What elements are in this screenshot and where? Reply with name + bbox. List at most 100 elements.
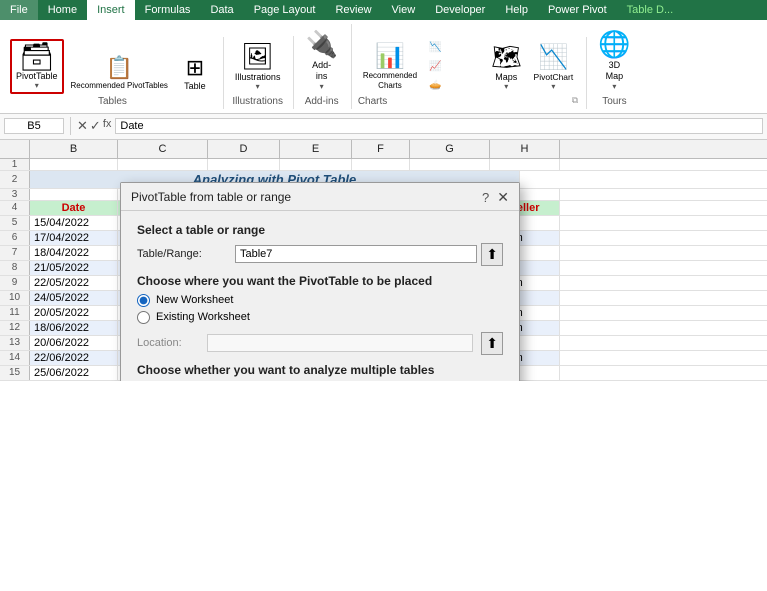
dialog-title: PivotTable from table or range: [131, 190, 291, 204]
charts-expand-icon[interactable]: ⧉: [572, 95, 578, 106]
new-worksheet-option[interactable]: New Worksheet: [137, 294, 503, 307]
section1-label: Select a table or range: [137, 223, 503, 237]
formula-bar: ✕ ✓ fx: [0, 114, 767, 140]
3d-map-icon: 🌐: [598, 29, 630, 60]
illustrations-icon: 🖼: [241, 41, 274, 72]
tab-data[interactable]: Data: [200, 0, 243, 20]
dialog-close-button[interactable]: ✕: [497, 189, 509, 206]
bar-chart-button[interactable]: 📉: [424, 39, 484, 56]
add-ins-arrow: ▾: [320, 82, 324, 91]
maps-label: Maps: [495, 72, 517, 82]
group-add-ins: 🔌 Add-ins ▾ Add-ins: [296, 24, 351, 109]
table-label: Table: [184, 81, 206, 91]
pivot-table-label: PivotTable: [16, 71, 58, 81]
tab-insert[interactable]: Insert: [87, 0, 135, 20]
location-input[interactable]: [207, 334, 473, 352]
tours-group-label: Tours: [602, 96, 626, 107]
add-ins-buttons: 🔌 Add-ins ▾: [300, 26, 342, 94]
recommended-pivot-icon: 📋: [106, 55, 133, 81]
add-ins-group-label: Add-ins: [305, 96, 339, 107]
location-row: Location: ⬆: [137, 332, 503, 355]
maps-icon: 🗺: [491, 43, 521, 72]
insert-function-icon[interactable]: fx: [103, 118, 112, 134]
tab-table-d[interactable]: Table D...: [617, 0, 683, 20]
table-range-input-row: ⬆: [235, 243, 503, 266]
pivot-chart-arrow: ▾: [551, 82, 555, 91]
placement-radio-group: New Worksheet Existing Worksheet: [137, 294, 503, 324]
pivot-chart-button[interactable]: 📉 PivotChart ▾: [529, 40, 579, 94]
confirm-formula-icon[interactable]: ✓: [90, 118, 101, 134]
illustrations-arrow: ▾: [256, 82, 260, 91]
tab-view[interactable]: View: [382, 0, 426, 20]
table-button[interactable]: ⊞ Table: [175, 52, 215, 94]
pie-chart-button[interactable]: 🥧: [424, 77, 484, 94]
ribbon-content: 🗃 PivotTable ▾ 📋 Recommended PivotTables…: [0, 20, 767, 114]
recommended-charts-label: RecommendedCharts: [363, 71, 417, 90]
tab-page-layout[interactable]: Page Layout: [244, 0, 326, 20]
pivot-dialog: PivotTable from table or range ? ✕ Selec…: [120, 182, 520, 381]
new-worksheet-radio[interactable]: [137, 294, 150, 307]
line-chart-button[interactable]: 📈: [424, 58, 484, 75]
dialog-titlebar: PivotTable from table or range ? ✕: [121, 183, 519, 211]
maps-arrow: ▾: [504, 82, 508, 91]
group-tours: 🌐 3DMap ▾ Tours: [589, 24, 643, 109]
pivot-chart-icon: 📉: [538, 43, 568, 72]
3d-map-button[interactable]: 🌐 3DMap ▾: [593, 26, 635, 94]
dialog-question-icon[interactable]: ?: [482, 190, 489, 205]
group-charts: 📊 RecommendedCharts 📉 📈 🥧 🗺 Maps ▾ 📉 Piv…: [354, 37, 587, 109]
pivot-table-arrow: ▾: [35, 81, 39, 90]
table-range-row: Table/Range: ⬆: [137, 243, 503, 266]
illustrations-group-label: Illustrations: [232, 96, 283, 107]
tab-formulas[interactable]: Formulas: [135, 0, 201, 20]
recommended-charts-icon: 📊: [375, 42, 405, 71]
cell-reference-box[interactable]: [4, 118, 64, 134]
pivot-table-icon: 🗃: [19, 43, 55, 71]
section2-label: Choose where you want the PivotTable to …: [137, 274, 503, 288]
tables-buttons: 🗃 PivotTable ▾ 📋 Recommended PivotTables…: [10, 39, 215, 94]
existing-worksheet-option[interactable]: Existing Worksheet: [137, 311, 503, 324]
3d-map-arrow: ▾: [612, 82, 616, 91]
illustrations-label: Illustrations: [235, 72, 281, 82]
location-label: Location:: [137, 337, 199, 349]
cancel-formula-icon[interactable]: ✕: [77, 118, 88, 134]
ribbon: File Home Insert Formulas Data Page Layo…: [0, 0, 767, 114]
recommended-pivot-button[interactable]: 📋 Recommended PivotTables: [66, 52, 173, 94]
dialog-overlay: PivotTable from table or range ? ✕ Selec…: [0, 140, 767, 381]
formula-input[interactable]: [115, 118, 763, 134]
section3-label: Choose whether you want to analyze multi…: [137, 363, 503, 377]
recommended-pivot-label: Recommended PivotTables: [71, 81, 168, 91]
add-ins-icon: 🔌: [305, 29, 337, 60]
tab-help[interactable]: Help: [495, 0, 538, 20]
tab-file[interactable]: File: [0, 0, 38, 20]
existing-worksheet-label: Existing Worksheet: [156, 311, 250, 323]
tab-review[interactable]: Review: [325, 0, 381, 20]
tab-home[interactable]: Home: [38, 0, 87, 20]
existing-worksheet-radio[interactable]: [137, 311, 150, 324]
tables-group-label: Tables: [98, 96, 127, 107]
table-icon: ⊞: [186, 55, 204, 81]
tab-power-pivot[interactable]: Power Pivot: [538, 0, 617, 20]
table-range-input[interactable]: [235, 245, 477, 263]
add-ins-button[interactable]: 🔌 Add-ins ▾: [300, 26, 342, 94]
ribbon-tab-bar: File Home Insert Formulas Data Page Layo…: [0, 0, 767, 20]
tab-developer[interactable]: Developer: [425, 0, 495, 20]
small-chart-buttons: 📉 📈 🥧: [424, 39, 484, 94]
formula-divider: [70, 117, 71, 135]
illustrations-button[interactable]: 🖼 Illustrations ▾: [230, 38, 286, 94]
3d-map-label: 3DMap: [606, 60, 624, 82]
maps-button[interactable]: 🗺 Maps ▾: [486, 40, 526, 94]
add-ins-label: Add-ins: [312, 60, 331, 82]
table-range-browse-button[interactable]: ⬆: [481, 243, 503, 266]
formula-icons: ✕ ✓ fx: [77, 118, 111, 134]
spreadsheet: B C D E F G H 1 2 Analyzing with Pivot T…: [0, 140, 767, 381]
pivot-chart-label: PivotChart: [534, 72, 574, 82]
new-worksheet-label: New Worksheet: [156, 294, 233, 306]
charts-buttons: 📊 RecommendedCharts 📉 📈 🥧 🗺 Maps ▾ 📉 Piv…: [358, 39, 578, 94]
table-range-label: Table/Range:: [137, 248, 227, 260]
dialog-body: Select a table or range Table/Range: ⬆ C…: [121, 211, 519, 381]
location-browse-button[interactable]: ⬆: [481, 332, 503, 355]
tours-buttons: 🌐 3DMap ▾: [593, 26, 635, 94]
group-tables: 🗃 PivotTable ▾ 📋 Recommended PivotTables…: [6, 37, 224, 109]
pivot-table-button[interactable]: 🗃 PivotTable ▾: [10, 39, 64, 94]
recommended-charts-button[interactable]: 📊 RecommendedCharts: [358, 39, 422, 93]
